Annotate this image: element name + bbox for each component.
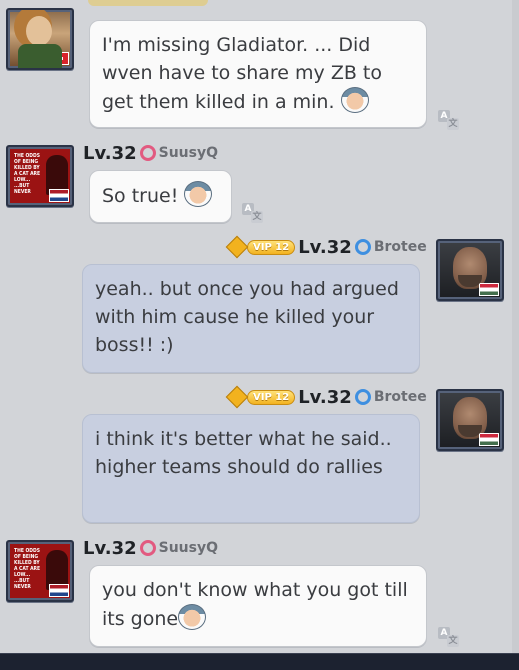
player-name[interactable]: Brotee [374,389,427,405]
poster-caption: THE ODDS OF BEING KILLED BY A CAT ARE LO… [14,153,41,195]
hungary-flag-icon [479,283,499,296]
message-text: yeah.. but once you had argued with him … [95,278,399,356]
female-gender-icon [139,540,156,556]
message-text: i think it's better what he said.. highe… [95,428,392,478]
emoji-icon [184,181,213,207]
message-header: VIP 12 Lv.32 Brotee [225,235,427,259]
message-header: Lv.32 SuusyQ [83,537,218,559]
vip-level: VIP 12 [247,389,296,405]
player-name[interactable]: SuusyQ [159,540,218,556]
male-gender-icon [354,239,371,255]
avatar[interactable] [436,389,504,451]
hungary-flag-icon [479,433,499,446]
switzerland-flag-icon [49,52,69,65]
previous-header-clip [88,0,208,6]
poster-caption: THE ODDS OF BEING KILLED BY A CAT ARE LO… [14,548,41,590]
message-text: you don't know what you got till its gon… [102,579,408,630]
vip-level: VIP 12 [247,239,296,255]
translate-icon[interactable]: A 文 [242,203,264,223]
message-bubble[interactable]: yeah.. but once you had argued with him … [82,264,420,373]
player-level: Lv.32 [298,236,352,258]
message-header: VIP 12 Lv.32 Brotee [225,385,427,409]
message-text: I'm missing Gladiator. ... Did wven have… [102,34,382,113]
player-name[interactable]: SuusyQ [159,145,218,161]
avatar[interactable]: THE ODDS OF BEING KILLED BY A CAT ARE LO… [6,540,74,602]
translate-icon[interactable]: A 文 [438,110,460,130]
player-name[interactable]: Brotee [374,239,427,255]
chat-scrollbar-track[interactable] [512,0,519,653]
chat-input-bar[interactable] [0,653,519,670]
vip-gem-icon [225,235,249,259]
message-header: Lv.32 SuusyQ [83,142,218,164]
vip-gem-icon [225,385,249,409]
message-bubble[interactable]: you don't know what you got till its gon… [89,565,427,647]
translate-icon[interactable]: A 文 [438,627,460,647]
message-bubble[interactable]: So true! [89,170,232,223]
player-level: Lv.32 [83,142,137,164]
avatar[interactable] [6,8,74,70]
translate-b-glyph: 文 [447,635,459,647]
emoji-icon [178,604,207,630]
chat-top-edge [0,0,519,16]
male-gender-icon [354,389,371,405]
avatar[interactable] [436,239,504,301]
vip-badge: VIP 12 [225,235,296,259]
message-text: So true! [102,185,179,207]
message-bubble[interactable]: I'm missing Gladiator. ... Did wven have… [89,20,427,128]
vip-badge: VIP 12 [225,385,296,409]
emoji-icon [340,87,369,113]
netherlands-flag-icon [49,584,69,597]
netherlands-flag-icon [49,189,69,202]
player-level: Lv.32 [298,386,352,408]
player-level: Lv.32 [83,537,137,559]
translate-b-glyph: 文 [447,118,459,130]
translate-b-glyph: 文 [251,211,263,223]
female-gender-icon [139,145,156,161]
message-bubble[interactable]: i think it's better what he said.. highe… [82,414,420,523]
avatar[interactable]: THE ODDS OF BEING KILLED BY A CAT ARE LO… [6,145,74,207]
